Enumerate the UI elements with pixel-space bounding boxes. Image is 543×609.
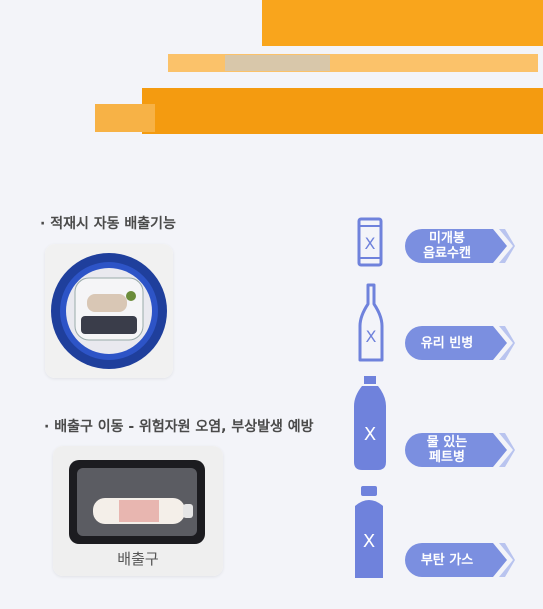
label-glass-bottle-line1: 유리 빈병 xyxy=(420,335,474,351)
label-pet-bottle-line2: 페트병 xyxy=(429,450,465,465)
banner-stripe-1 xyxy=(262,0,543,46)
glass-bottle-icon: X xyxy=(358,283,384,362)
gas-x-mark: X xyxy=(363,531,375,552)
label-glass-bottle: 유리 빈병 xyxy=(405,326,507,360)
label-unopened-can-line1: 미개봉 xyxy=(429,231,465,246)
banner-stripe-2 xyxy=(168,54,538,72)
label-unopened-can: 미개봉 음료수캔 xyxy=(405,229,507,263)
top-banner xyxy=(0,0,543,150)
pet-bottle-icon: X xyxy=(354,376,386,470)
outlet-photo: 배출구 xyxy=(53,446,223,576)
pet-x-mark: X xyxy=(364,424,376,445)
banner-stripe-4 xyxy=(142,88,543,134)
auto-eject-photo xyxy=(45,244,173,378)
label-butane-gas: 부탄 가스 xyxy=(405,543,507,577)
gas-can-icon: X xyxy=(355,486,383,578)
chevron-right-icon xyxy=(499,229,515,263)
glass-x-mark: X xyxy=(366,327,377,346)
label-pet-bottle-line1: 물 있는 xyxy=(426,435,468,450)
label-butane-gas-line1: 부탄 가스 xyxy=(420,552,474,568)
can-icon: X xyxy=(357,217,383,267)
label-pet-bottle: 물 있는 페트병 xyxy=(405,433,507,467)
can-x-mark: X xyxy=(365,234,376,253)
auto-eject-label: · 적재시 자동 배출기능 xyxy=(40,216,176,232)
outlet-move-label: · 배출구 이동 - 위험자원 오염, 부상발생 예방 xyxy=(44,419,314,435)
outlet-caption: 배출구 xyxy=(117,550,159,568)
banner-stripe-3 xyxy=(225,55,330,71)
chevron-right-icon xyxy=(499,543,515,577)
chevron-right-icon xyxy=(499,326,515,360)
chevron-right-icon xyxy=(499,433,515,467)
label-unopened-can-line2: 음료수캔 xyxy=(423,246,471,261)
banner-stripe-5 xyxy=(95,104,155,132)
